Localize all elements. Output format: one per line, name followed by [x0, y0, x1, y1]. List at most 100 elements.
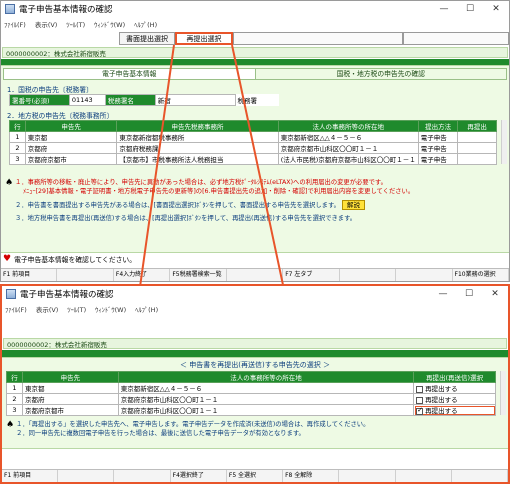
method-cell: 電子申告	[417, 142, 459, 154]
app-icon	[5, 4, 15, 14]
col-address: 法人の事務所等の所在地	[117, 371, 415, 383]
office-cell[interactable]: 東京都新宿都税事務所	[116, 131, 279, 143]
menu-view[interactable]: 表示(V)	[35, 19, 58, 29]
destination-cell: 京都府	[24, 142, 118, 154]
destination-cell: 東京都	[21, 382, 119, 394]
note-2: ２．申告書を書面提出する申告先がある場合は、[書面提出選択]ﾎﾞﾀﾝを押して、書…	[15, 202, 340, 209]
resubmit-cell	[457, 142, 497, 154]
address-cell: (法人市民税)京都府京都市山科区〇〇町１－１	[277, 153, 419, 165]
main-window: 電子申告基本情報の確認 — ☐ ✕ ﾌｧｲﾙ(F) 表示(V) ﾂｰﾙ(T) ｳ…	[0, 0, 510, 282]
sub-tab-strip: 電子申告基本情報 国税・地方税の申告先の確認	[3, 68, 507, 80]
close-icon[interactable]: ✕	[482, 286, 508, 302]
row-number: 1	[6, 382, 23, 394]
row-number: 2	[9, 142, 26, 154]
function-key-bar: F1 前項目 F4選択終了 F5 全選択 F8 全解除	[2, 469, 508, 482]
fkey-empty	[58, 470, 115, 482]
resubmit-checkbox[interactable]	[416, 396, 424, 404]
heart-icon: ♥	[3, 254, 12, 264]
resubmit-label: 再提出する	[425, 407, 458, 415]
menu-file[interactable]: ﾌｧｲﾙ(F)	[5, 304, 27, 314]
menu-bar: ﾌｧｲﾙ(F) 表示(V) ﾂｰﾙ(T) ｳｨﾝﾄﾞｳ(W) ﾍﾙﾌﾟ(H)	[2, 302, 508, 315]
spade-icon: ♠	[6, 420, 15, 430]
menu-help[interactable]: ﾍﾙﾌﾟ(H)	[135, 304, 158, 314]
address-cell: 京都府京都市山科区〇〇町１－１	[277, 142, 419, 154]
f1-button[interactable]: F1 前項目	[2, 470, 59, 482]
office-number-label: 署番号(必須)	[9, 94, 70, 106]
table-row[interactable]: 2 京都府 京都府京都市山科区〇〇町１－１ 再提出する	[6, 393, 496, 405]
f5-button[interactable]: F5税務署検索一覧	[170, 269, 227, 281]
destination-cell: 京都府	[21, 393, 119, 405]
toolbar-empty-slot	[403, 32, 509, 45]
table-scrollbar[interactable]	[500, 371, 506, 415]
tax-office-row: 署番号(必須) 01143 税務署名 新宿 税務署	[9, 94, 279, 106]
menu-file[interactable]: ﾌｧｲﾙ(F)	[4, 19, 26, 29]
table-row[interactable]: 1 東京都 東京都新宿区△△４－５－６ 再提出する	[6, 382, 496, 394]
destination-cell: 京都府京都市	[24, 153, 118, 165]
notes-block: １．「再提出する」を選択した申告先へ、電子申告します。電子申告データを作成済(未…	[16, 420, 504, 438]
toolbar-tabs: 書面提出選択 再提出選択	[1, 32, 509, 45]
menu-window[interactable]: ｳｨﾝﾄﾞｳ(W)	[95, 304, 126, 314]
resubmit-checkbox-checked[interactable]	[416, 406, 424, 415]
resubmit-checkbox-cell[interactable]: 再提出する	[413, 393, 496, 405]
col-row: 行	[9, 120, 26, 132]
col-row: 行	[6, 371, 23, 383]
note-1b: ﾒﾆｭｰ[29]基本情報・電子証明書・地方税電子申告先の更新等]の[6.申告書提…	[23, 188, 415, 195]
table-row[interactable]: 3 京都府京都市 【京都市】市税事務所法人税務担当 (法人市民税)京都府京都市山…	[9, 153, 497, 165]
table-row[interactable]: 3 京都府京都市 京都府京都市山科区〇〇町１－１ 再提出する	[6, 404, 496, 416]
spade-icon: ♠	[5, 178, 14, 188]
minimize-icon[interactable]: —	[430, 286, 456, 302]
address-cell: 京都府京都市山科区〇〇町１－１	[117, 404, 415, 416]
function-key-bar: F1 前項目 F4入力終了 F5税務署検索一覧 F7 左タブ F10業務の選択	[1, 268, 509, 281]
paper-submission-select-button[interactable]: 書面提出選択	[119, 32, 175, 45]
tab-destination-check[interactable]: 国税・地方税の申告先の確認	[256, 69, 507, 79]
tab-basic-info[interactable]: 電子申告基本情報	[4, 69, 256, 79]
minimize-icon[interactable]: —	[431, 1, 457, 17]
window-title: 電子申告基本情報の確認	[19, 5, 113, 15]
note-2: ２．同一申告先に複数回電子申告を行った場合は、最後に送信した電子申告データが有効…	[16, 430, 305, 437]
content-panel: ＜ 申告書を再提出(再送信)する申告先の選択 ＞ 行 申告先 法人の事務所等の所…	[2, 357, 508, 449]
section-local-tax: 2．地方税の申告先〔税務事務所〕	[7, 112, 114, 120]
note-1: １．「再提出する」を選択した申告先へ、電子申告します。電子申告データを作成済(未…	[16, 421, 370, 428]
menu-help[interactable]: ﾍﾙﾌﾟ(H)	[134, 19, 157, 29]
address-cell: 京都府京都市山科区〇〇町１－１	[117, 393, 415, 405]
fkey-empty	[114, 470, 171, 482]
office-name-label: 税務署名	[104, 94, 156, 106]
menu-tools[interactable]: ﾂｰﾙ(T)	[67, 304, 86, 314]
f4-button[interactable]: F4選択終了	[171, 470, 227, 482]
table-scrollbar[interactable]	[501, 120, 507, 164]
resubmit-cell	[457, 131, 497, 143]
maximize-icon[interactable]: ☐	[457, 1, 483, 17]
company-bar: 0000000002：株式会社新宿販売	[2, 47, 508, 58]
col-destination: 申告先	[21, 371, 119, 383]
window-title: 電子申告基本情報の確認	[20, 290, 114, 300]
resubmission-select-button[interactable]: 再提出選択	[175, 32, 233, 45]
office-number-field[interactable]: 01143	[68, 94, 106, 106]
menu-tools[interactable]: ﾂｰﾙ(T)	[66, 19, 85, 29]
f1-button[interactable]: F1 前項目	[1, 269, 58, 281]
resubmission-table: 行 申告先 法人の事務所等の所在地 再提出(再送信)選択 1 東京都 東京都新宿…	[6, 371, 496, 416]
toolbar-empty-slot	[233, 32, 403, 45]
fkey-empty	[340, 269, 397, 281]
row-number: 1	[9, 131, 26, 143]
f7-button[interactable]: F7 左タブ	[283, 269, 340, 281]
resubmit-cell	[457, 153, 497, 165]
fkey-empty	[396, 470, 452, 482]
menu-window[interactable]: ｳｨﾝﾄﾞｳ(W)	[94, 19, 125, 29]
destination-cell: 京都府京都市	[21, 404, 119, 416]
resubmit-checkbox-cell[interactable]: 再提出する	[413, 404, 496, 416]
resubmission-window: 電子申告基本情報の確認 — ☐ ✕ ﾌｧｲﾙ(F) 表示(V) ﾂｰﾙ(T) ｳ…	[0, 284, 510, 484]
explain-button[interactable]: 解説	[341, 200, 365, 210]
f8-button[interactable]: F8 全解除	[283, 470, 340, 482]
address-cell: 東京都新宿区△△４－５－６	[277, 131, 419, 143]
maximize-icon[interactable]: ☐	[456, 286, 482, 302]
f10-button[interactable]: F10業務の選択	[453, 269, 509, 281]
close-icon[interactable]: ✕	[483, 1, 509, 17]
row-number: 3	[9, 153, 26, 165]
resubmit-checkbox[interactable]	[416, 385, 424, 393]
menu-view[interactable]: 表示(V)	[36, 304, 59, 314]
f5-button[interactable]: F5 全選択	[227, 470, 284, 482]
resubmit-checkbox-cell[interactable]: 再提出する	[413, 382, 496, 394]
status-bar: ♥ 電子申告基本情報を確認してください。	[3, 254, 507, 264]
resubmit-label: 再提出する	[425, 385, 458, 393]
app-icon	[6, 289, 16, 299]
